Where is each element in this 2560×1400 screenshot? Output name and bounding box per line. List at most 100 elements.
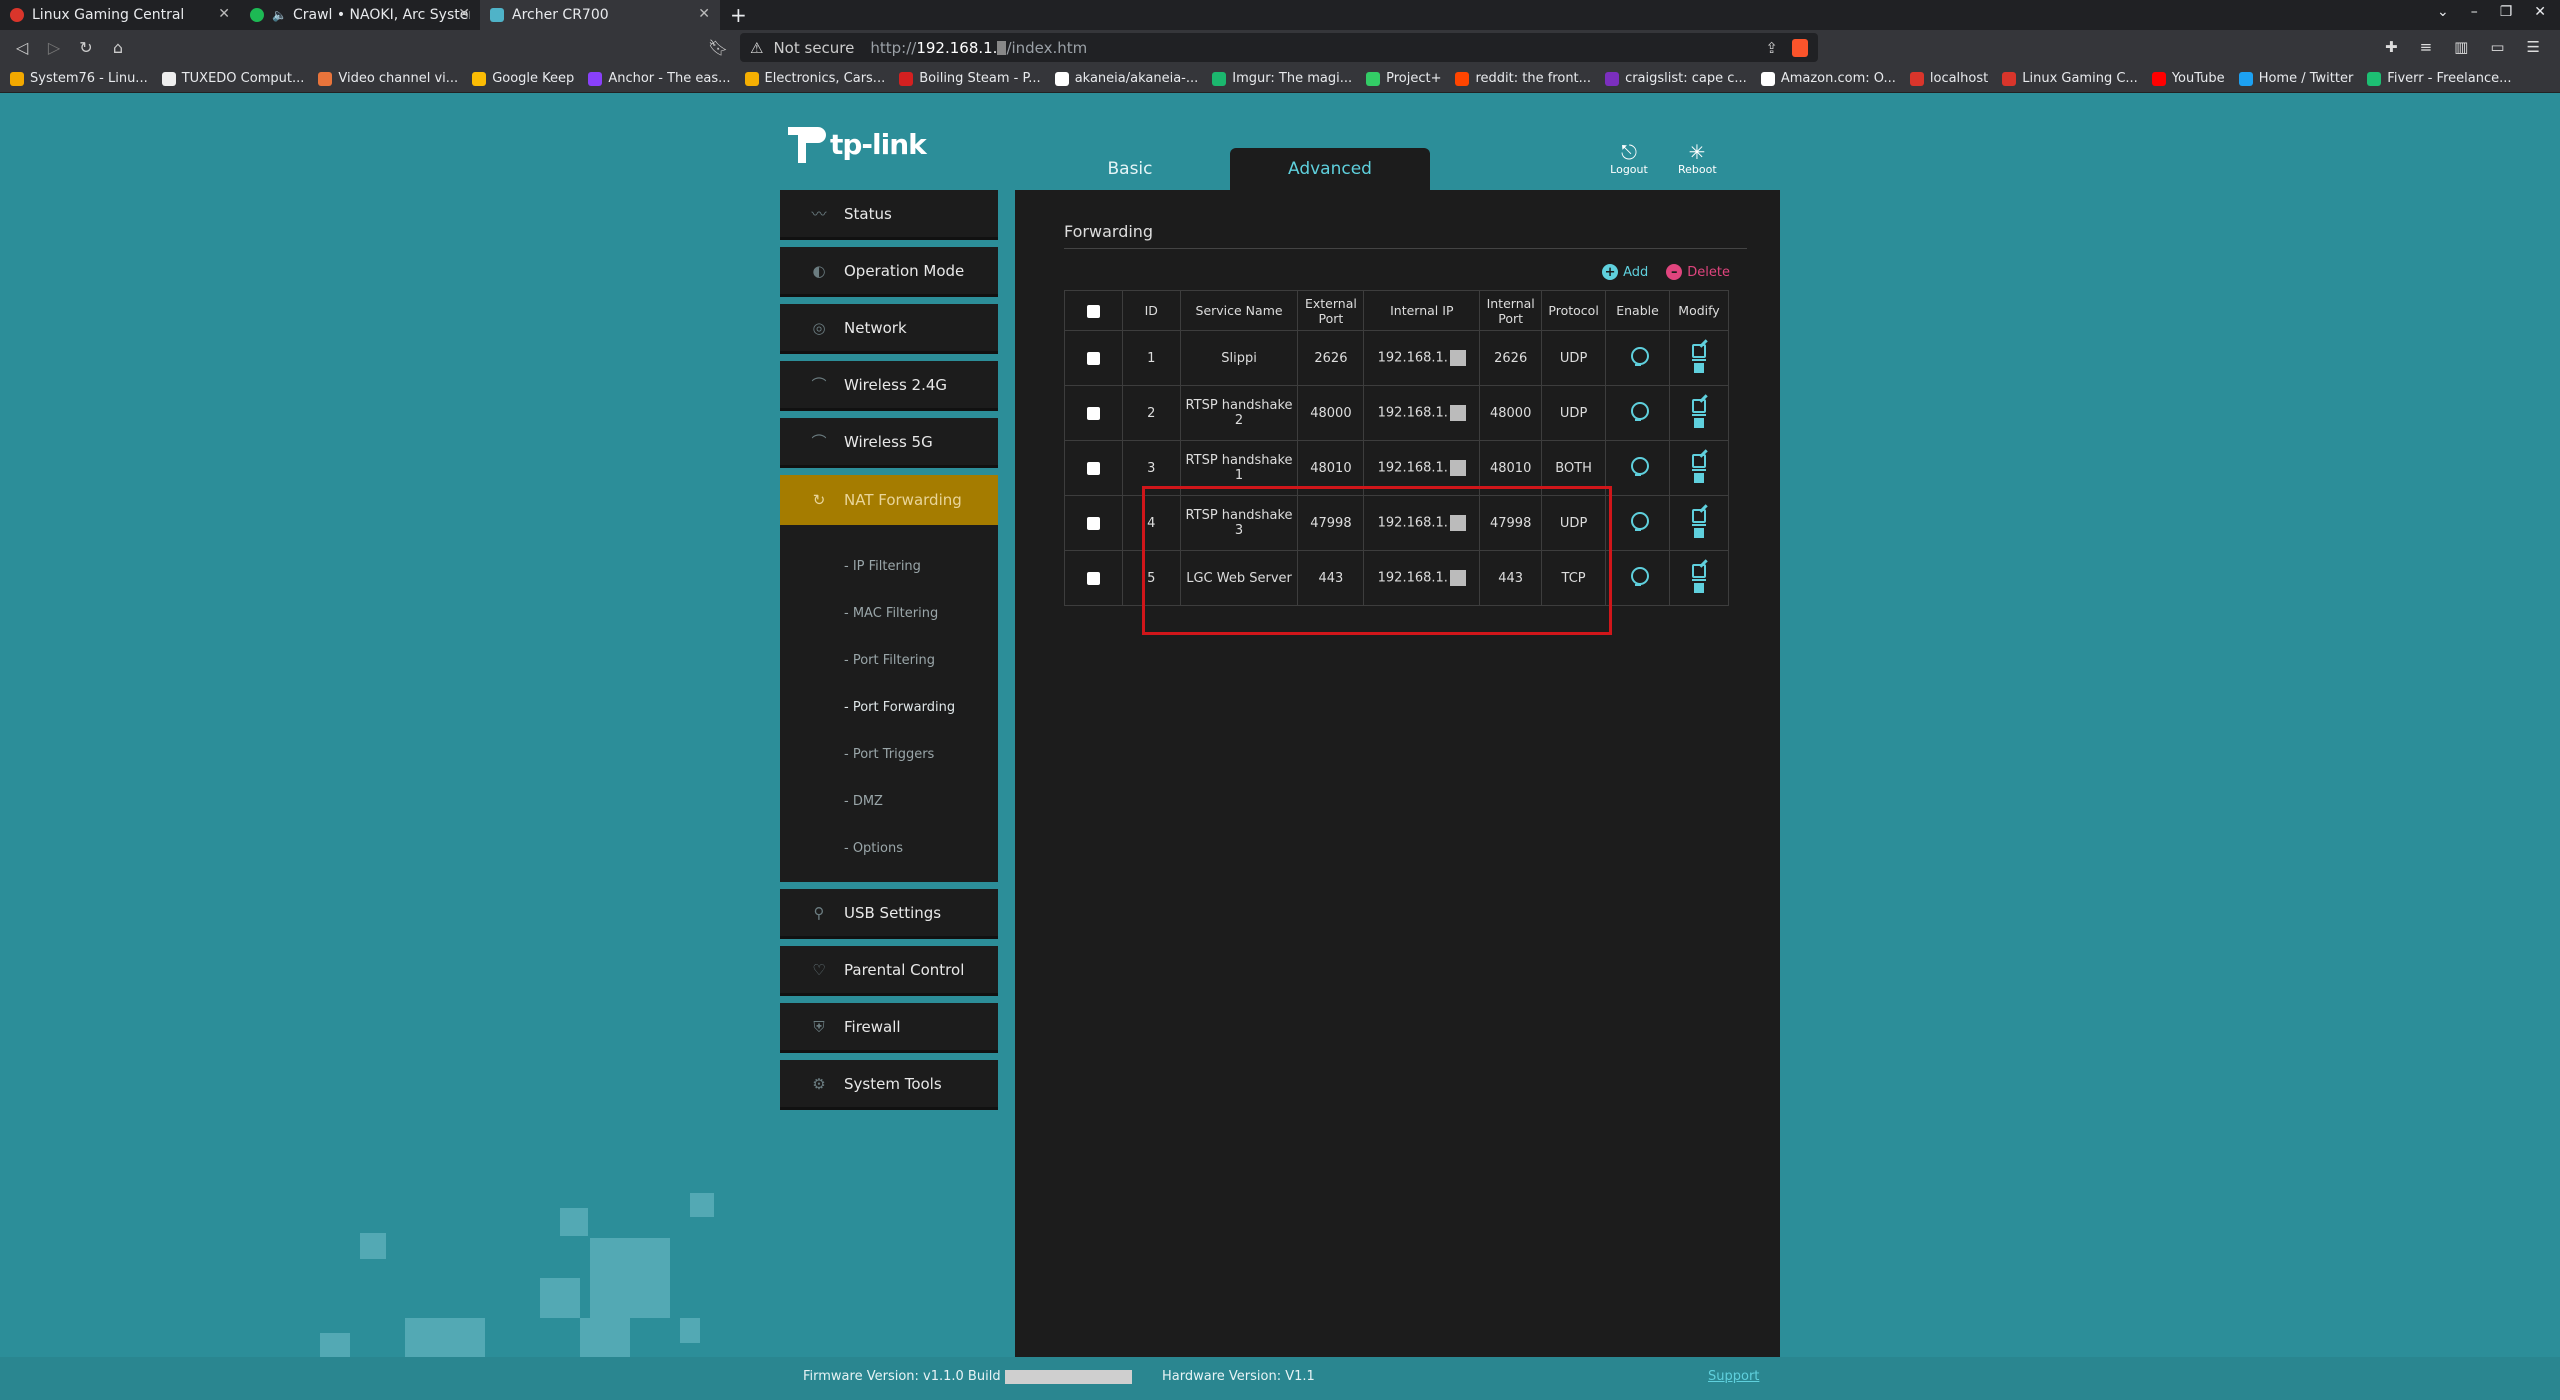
row-checkbox[interactable] — [1086, 406, 1100, 420]
new-tab-button[interactable]: + — [730, 3, 747, 27]
minimize-icon[interactable]: – — [2471, 4, 2478, 20]
edit-icon[interactable] — [1691, 453, 1706, 468]
bookmark-item[interactable]: System76 - Linu... — [10, 71, 148, 86]
tp-link-logo-icon — [780, 121, 826, 167]
address-bar[interactable]: ⚠ Not secure http://192.168.1./index.htm… — [740, 33, 1818, 62]
bookmark-item[interactable]: YouTube — [2151, 71, 2225, 86]
cell-modify — [1668, 550, 1730, 606]
add-label: Add — [1623, 264, 1649, 280]
support-link[interactable]: Support — [1708, 1369, 1759, 1384]
bookmark-item[interactable]: akaneia/akaneia-... — [1054, 71, 1199, 86]
select-all-header — [1064, 290, 1123, 331]
browser-tab-0[interactable]: Linux Gaming Central ✕ — [0, 0, 240, 30]
bookmark-item[interactable]: reddit: the front... — [1455, 71, 1591, 86]
sidebar-item-network[interactable]: ◎ Network — [780, 304, 998, 354]
select-all-checkbox[interactable] — [1086, 305, 1100, 318]
tab-advanced[interactable]: Advanced — [1230, 148, 1430, 190]
browser-tab-1[interactable]: 🔈 Crawl • NAOKI, Arc System W✕ — [240, 0, 480, 30]
trash-icon[interactable] — [1691, 468, 1706, 483]
lightbulb-icon[interactable] — [1630, 512, 1649, 531]
submenu-item[interactable]: - MAC Filtering — [780, 590, 998, 637]
back-icon[interactable]: ◁ — [6, 38, 38, 57]
add-button[interactable]: + Add — [1602, 264, 1648, 280]
sidebar-item-wireless-5g[interactable]: ⌒ Wireless 5G — [780, 418, 998, 468]
tab-basic[interactable]: Basic — [1030, 148, 1230, 190]
lightbulb-icon[interactable] — [1630, 402, 1649, 421]
reboot-button[interactable]: ✳ Reboot — [1678, 140, 1717, 176]
sidebar-icon[interactable]: ▥ — [2454, 38, 2468, 56]
bookmark-item[interactable]: Electronics, Cars... — [744, 71, 885, 86]
bookmark-item[interactable]: Anchor - The eas... — [588, 71, 731, 86]
submenu-item[interactable]: - Port Triggers — [780, 731, 998, 778]
speaker-icon[interactable]: 🔈 — [272, 8, 287, 22]
bookmark-label: akaneia/akaneia-... — [1074, 71, 1199, 86]
reboot-icon: ✳ — [1688, 140, 1706, 164]
close-tab-icon[interactable]: ✕ — [218, 6, 230, 22]
sidebar-item-operation-mode[interactable]: ◐ Operation Mode — [780, 247, 998, 297]
submenu-item[interactable]: - IP Filtering — [780, 543, 998, 590]
sidebar-item-usb-settings[interactable]: ⚲ USB Settings — [780, 889, 998, 939]
bookmark-item[interactable]: Project+ — [1366, 71, 1441, 86]
tp-link-logo[interactable]: tp-link — [780, 121, 927, 167]
brave-shield-icon[interactable] — [1792, 38, 1808, 57]
close-tab-icon[interactable]: ✕ — [458, 6, 470, 22]
row-checkbox[interactable] — [1086, 351, 1100, 365]
bookmark-item[interactable]: Imgur: The magi... — [1212, 71, 1352, 86]
share-icon[interactable]: ⇪ — [1765, 39, 1778, 57]
delete-button[interactable]: – Delete — [1666, 264, 1730, 280]
submenu-item[interactable]: - DMZ — [780, 778, 998, 825]
lightbulb-icon[interactable] — [1630, 347, 1649, 366]
home-icon[interactable]: ⌂ — [102, 38, 134, 57]
submenu-item[interactable]: - Options — [780, 825, 998, 872]
sidebar-item-status[interactable]: 〰 Status — [780, 190, 998, 240]
row-checkbox[interactable] — [1086, 571, 1100, 585]
trash-icon[interactable] — [1691, 523, 1706, 538]
trash-icon[interactable] — [1691, 358, 1706, 373]
close-tab-icon[interactable]: ✕ — [698, 6, 710, 22]
trash-icon[interactable] — [1691, 413, 1706, 428]
sidebar-item-firewall[interactable]: ⛨ Firewall — [780, 1003, 998, 1053]
bookmark-item[interactable]: Boiling Steam - P... — [899, 71, 1041, 86]
sidebar-item-wireless-2-4g[interactable]: ⌒ Wireless 2.4G — [780, 361, 998, 411]
bookmark-item[interactable]: Linux Gaming C... — [2002, 71, 2138, 86]
bookmark-item[interactable]: Fiverr - Freelance... — [2367, 71, 2512, 86]
playlist-icon[interactable]: ≡ — [2420, 38, 2433, 56]
maximize-icon[interactable]: ❐ — [2500, 4, 2513, 20]
bookmark-item[interactable]: Amazon.com: O... — [1760, 71, 1896, 86]
edit-icon[interactable] — [1691, 398, 1706, 413]
forward-icon[interactable]: ▷ — [38, 38, 70, 57]
sidebar-item-parental-control[interactable]: ♡ Parental Control — [780, 946, 998, 996]
sidebar-item-nat-forwarding[interactable]: ↻ NAT Forwarding — [780, 475, 998, 525]
row-select-cell — [1064, 440, 1123, 496]
row-checkbox[interactable] — [1086, 461, 1100, 475]
lightbulb-icon[interactable] — [1630, 457, 1649, 476]
bookmark-item[interactable]: TUXEDO Comput... — [161, 71, 304, 86]
menu-icon[interactable]: ☰ — [2527, 38, 2540, 56]
trash-icon[interactable] — [1691, 578, 1706, 593]
tab-favicon — [10, 8, 24, 22]
lightbulb-icon[interactable] — [1630, 567, 1649, 586]
bookmark-icon[interactable]: 🔖︎ — [702, 38, 734, 57]
edit-icon[interactable] — [1691, 343, 1706, 358]
edit-icon[interactable] — [1691, 508, 1706, 523]
puzzle-icon[interactable]: ✚ — [2385, 38, 2398, 56]
sidebar-item-system-tools[interactable]: ⚙ System Tools — [780, 1060, 998, 1110]
bookmark-item[interactable]: localhost — [1909, 71, 1988, 86]
wallet-icon[interactable]: ▭ — [2490, 38, 2504, 56]
submenu-item[interactable]: - Port Filtering — [780, 637, 998, 684]
browser-tab-2[interactable]: Archer CR700 ✕ — [480, 0, 720, 30]
close-window-icon[interactable]: ✕ — [2534, 4, 2546, 20]
chevron-down-icon[interactable]: ⌄ — [2437, 4, 2449, 20]
bookmark-item[interactable]: Video channel vi... — [318, 71, 458, 86]
bookmark-item[interactable]: Google Keep — [472, 71, 574, 86]
bookmark-item[interactable]: craigslist: cape c... — [1605, 71, 1747, 86]
bookmark-item[interactable]: Home / Twitter — [2238, 71, 2353, 86]
sidebar-item-label: Parental Control — [844, 960, 965, 979]
logout-button[interactable]: ⎋ Logout — [1610, 141, 1648, 176]
edit-icon[interactable] — [1691, 563, 1706, 578]
bookmark-label: Linux Gaming C... — [2022, 71, 2138, 86]
row-checkbox[interactable] — [1086, 516, 1100, 530]
submenu-item[interactable]: - Port Forwarding — [780, 684, 998, 731]
reload-icon[interactable]: ↻ — [70, 38, 102, 57]
sidebar-item-label: Firewall — [844, 1017, 901, 1036]
